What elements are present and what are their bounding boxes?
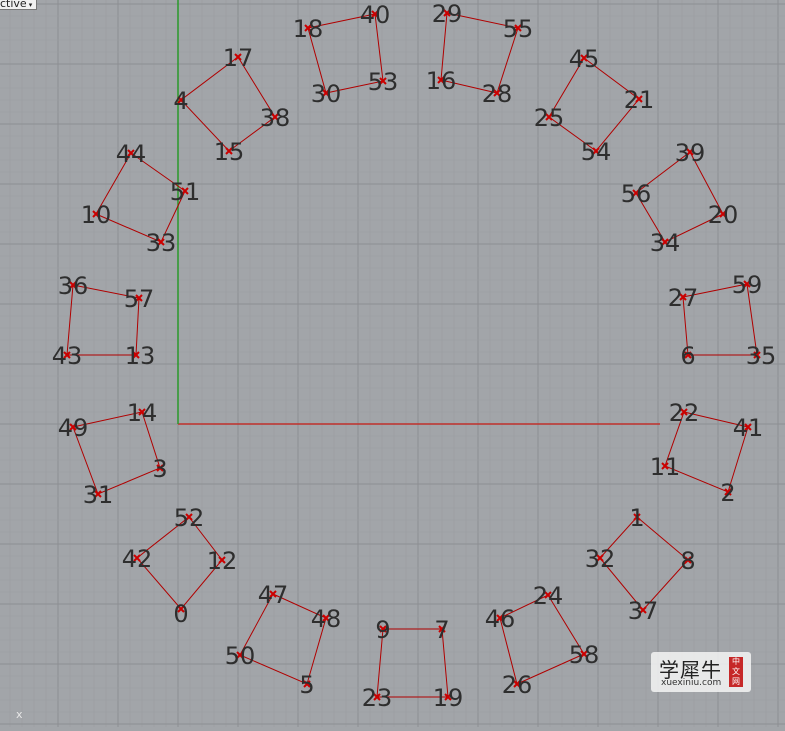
point-label: 3 bbox=[152, 455, 167, 483]
point-label: 15 bbox=[214, 138, 245, 166]
point-label: 28 bbox=[482, 80, 513, 108]
point-label: 33 bbox=[146, 229, 177, 257]
grid bbox=[0, 0, 785, 727]
point-label: 17 bbox=[223, 44, 254, 72]
point-label: 49 bbox=[58, 414, 89, 442]
viewport-tab[interactable]: ctive ▾ bbox=[0, 0, 38, 10]
point-label: 37 bbox=[628, 597, 659, 625]
point-label: 24 bbox=[533, 582, 564, 610]
point-layer: 173815418 4053302955281645215425445133103… bbox=[52, 0, 777, 712]
point-label: 56 bbox=[621, 180, 652, 208]
point-label: 23 bbox=[362, 684, 393, 712]
point-label: 47 bbox=[258, 581, 289, 609]
point-label: 41 bbox=[733, 414, 764, 442]
point-label: 50 bbox=[225, 642, 256, 670]
point-label: 35 bbox=[746, 342, 777, 370]
point-label: 45 bbox=[569, 45, 600, 73]
point-label: 59 bbox=[732, 271, 763, 299]
point-label: 30 bbox=[311, 80, 342, 108]
point-label: 13 bbox=[125, 342, 156, 370]
point-label: 19 bbox=[433, 684, 464, 712]
point-label: 31 bbox=[83, 481, 114, 509]
point-label: 14 bbox=[127, 399, 158, 427]
viewport-canvas[interactable]: 173815418 4053302955281645215425445133103… bbox=[0, 0, 785, 727]
point-label: 18 bbox=[293, 15, 324, 43]
point-label: 58 bbox=[569, 641, 600, 669]
point-label: 54 bbox=[581, 138, 612, 166]
watermark-badge: 中文网 bbox=[729, 657, 743, 687]
point-label: 0 bbox=[173, 600, 188, 628]
point-label: 55 bbox=[503, 15, 534, 43]
point-label: 40 bbox=[360, 1, 391, 29]
point-label: 44 bbox=[116, 140, 147, 168]
point-label: 11 bbox=[650, 453, 681, 481]
point-label: 16 bbox=[426, 67, 457, 95]
point-label: 25 bbox=[534, 104, 565, 132]
viewport[interactable]: 17 38 15 4 18 40 53 30 29 55 28 16 45 21 54 25 44 51 33 10 3… bbox=[0, 0, 785, 727]
point-label: 8 bbox=[680, 547, 695, 575]
point-label: 43 bbox=[52, 342, 83, 370]
point-label: 22 bbox=[669, 399, 700, 427]
axis-corner-label: x bbox=[16, 708, 23, 721]
watermark: 学犀牛 xuexiniu.com 中文网 bbox=[651, 652, 751, 692]
point-label: 21 bbox=[624, 86, 655, 114]
point-label: 48 bbox=[311, 605, 342, 633]
chevron-down-icon[interactable]: ▾ bbox=[29, 1, 33, 9]
watermark-url: xuexiniu.com bbox=[661, 678, 722, 688]
point-label: 10 bbox=[81, 201, 112, 229]
point-label: 53 bbox=[368, 68, 399, 96]
point-label: 27 bbox=[668, 284, 699, 312]
point-label: 46 bbox=[485, 605, 516, 633]
point-label: 29 bbox=[432, 0, 463, 28]
point-label: 39 bbox=[675, 139, 706, 167]
point-label: 4 bbox=[173, 87, 188, 115]
point-label: 20 bbox=[708, 201, 739, 229]
viewport-tab-label[interactable]: ctive bbox=[0, 0, 27, 9]
point-label: 36 bbox=[58, 272, 89, 300]
point-label: 32 bbox=[585, 545, 616, 573]
polygon-layer bbox=[66, 12, 758, 698]
point-label: 12 bbox=[207, 547, 238, 575]
point-label: 6 bbox=[680, 342, 695, 370]
point-label: 26 bbox=[502, 671, 533, 699]
point-label: 9 bbox=[375, 616, 390, 644]
point-label: 7 bbox=[434, 616, 449, 644]
point-label: 38 bbox=[260, 104, 291, 132]
point-label: 52 bbox=[174, 504, 205, 532]
point-label: 34 bbox=[650, 229, 681, 257]
point-label: 57 bbox=[124, 285, 155, 313]
point-label: 1 bbox=[629, 504, 644, 532]
point-label: 51 bbox=[170, 178, 201, 206]
point-label: 5 bbox=[299, 671, 314, 699]
point-label: 42 bbox=[122, 545, 153, 573]
point-label: 2 bbox=[720, 479, 735, 507]
